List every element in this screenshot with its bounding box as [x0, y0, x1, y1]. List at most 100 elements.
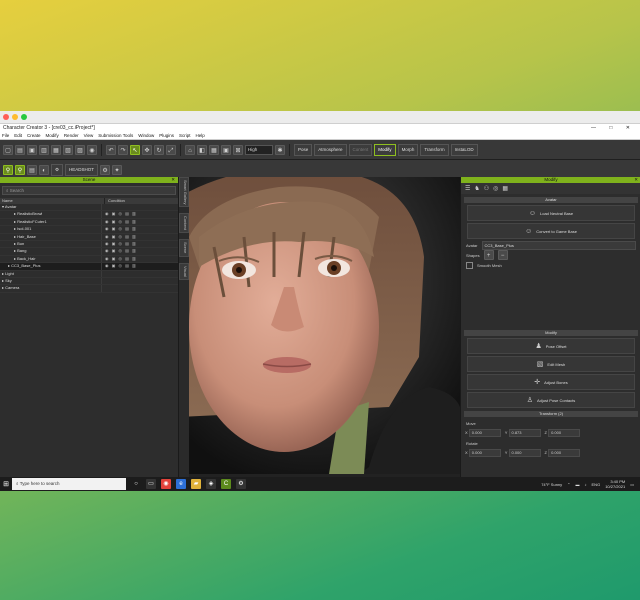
condition-icons[interactable] — [102, 278, 178, 284]
avatar-value[interactable]: CC3_Base_Plus — [481, 240, 636, 250]
clock[interactable]: 3:40 PM 10/27/2021 — [605, 479, 625, 489]
scene-tree-row[interactable]: ▸ Light — [0, 270, 178, 278]
atmosphere-button[interactable]: Atmosphere — [314, 143, 347, 156]
menu-submission[interactable]: Submission Tools — [98, 132, 133, 139]
rotate-z-field[interactable]: 0.000 — [548, 449, 581, 457]
print-icon[interactable]: ▤ — [27, 164, 37, 175]
load-neutral-base-button[interactable]: ☺ Load Neutral Base — [467, 205, 635, 221]
instalod-button[interactable]: InstaLOD — [450, 143, 478, 156]
condition-icons[interactable] — [102, 204, 178, 210]
menu-script[interactable]: Script — [179, 132, 191, 139]
chevron-up-icon[interactable]: ⌃ — [567, 482, 570, 487]
grid-icon[interactable]: ▦ — [209, 144, 219, 155]
rotate-y-field[interactable]: 0.000 — [508, 449, 541, 457]
scene-tree-row[interactable]: ▸ Back_Hair ◉ ▣ ◎ ▤ ▥ — [0, 255, 178, 264]
redo-icon[interactable]: ↷ — [118, 144, 128, 155]
chevron-right-icon[interactable]: ▸ — [2, 285, 4, 290]
import-icon[interactable]: ▥ — [39, 144, 49, 155]
menu-window[interactable]: Window — [138, 132, 154, 139]
shape-remove-icon[interactable]: − — [497, 250, 508, 260]
edge-icon[interactable]: e — [176, 479, 186, 489]
menu-edit[interactable]: Edit — [14, 132, 22, 139]
volume-icon[interactable]: ♪ — [585, 482, 587, 487]
scale-icon[interactable]: ⤢ — [166, 144, 176, 155]
avatar-section-header[interactable]: Avatar — [464, 197, 638, 203]
figure-tab-icon[interactable]: ♞ — [474, 185, 479, 192]
edit-mesh-button[interactable]: ▧ Edit Mesh — [467, 356, 635, 372]
app-icon[interactable]: ◈ — [206, 479, 216, 489]
condition-icons[interactable]: ◉ ▣ ◎ ▤ ▥ — [102, 241, 178, 247]
transform-section-header[interactable]: Transform (2) — [464, 411, 638, 417]
notification-icon[interactable]: ▭ — [630, 482, 634, 487]
pose-button[interactable]: Pose — [294, 143, 313, 156]
close-dot[interactable] — [3, 114, 9, 120]
folder-icon[interactable]: ▰ — [191, 479, 201, 489]
condition-icons[interactable]: ◉ ▣ ◎ ▤ ▥ — [102, 219, 178, 225]
fit-icon[interactable]: ⊠ — [233, 144, 243, 155]
smooth-mesh-checkbox[interactable] — [466, 261, 473, 269]
chevron-right-icon[interactable]: ▸ — [14, 241, 16, 246]
move-icon[interactable]: ✥ — [142, 144, 152, 155]
scene-tree-row[interactable]: ▸ Camera — [0, 285, 178, 293]
morph-tab-icon[interactable]: ⚇ — [484, 185, 489, 192]
sculpt-icon[interactable]: ◐ — [39, 164, 49, 175]
task-view-icon[interactable]: ○ — [131, 479, 141, 489]
quality-select[interactable]: High — [245, 144, 273, 155]
move-x-field[interactable]: 0.000 — [468, 429, 501, 437]
tab-visual[interactable]: Visual — [179, 262, 189, 280]
undo-icon[interactable]: ↶ — [106, 144, 116, 155]
home-icon[interactable]: ⌂ — [185, 144, 195, 155]
scene-tree-row[interactable]: ▸ RealisticBrowl ◉ ▣ ◎ ▤ ▥ — [0, 211, 178, 219]
move-y-field[interactable]: 0.873 — [508, 429, 541, 437]
scene-tree-row[interactable]: ▸ Isol-001 ◉ ▣ ◎ ▤ ▥ — [0, 226, 178, 234]
new-icon[interactable]: ▢ — [3, 144, 13, 155]
chevron-right-icon[interactable]: ▸ — [14, 248, 16, 253]
menu-render[interactable]: Render — [64, 132, 79, 139]
morph-button[interactable]: Morph — [397, 143, 419, 156]
export-icon[interactable]: ▦ — [51, 144, 61, 155]
chrome-icon[interactable]: ◉ — [161, 479, 171, 489]
condition-icons[interactable]: ◉ ▣ ◎ ▤ ▥ — [102, 226, 178, 232]
condition-icons[interactable]: ◉ ▣ ◎ ▤ ▥ — [102, 263, 178, 269]
chevron-right-icon[interactable]: ▸ — [2, 278, 4, 283]
weather-label[interactable]: 74°F Sunny — [541, 482, 562, 487]
close-icon[interactable]: ✕ — [634, 177, 638, 183]
modify-button[interactable]: Modify — [374, 143, 396, 156]
scene-tree-row[interactable]: ▸ Bun ◉ ▣ ◎ ▤ ▥ — [0, 240, 178, 249]
transform-button[interactable]: Transform — [420, 143, 449, 156]
chevron-down-icon[interactable]: ▾ — [2, 204, 4, 209]
pose-offset-button[interactable]: ♟ Pose Offset — [467, 338, 635, 354]
widgets-icon[interactable]: ▭ — [146, 479, 156, 489]
scene-search-input[interactable]: ⌕ Search — [2, 186, 176, 195]
plugin-button[interactable]: ⚙ — [51, 163, 64, 176]
save-icon[interactable]: ▣ — [27, 144, 37, 155]
select-icon[interactable]: ↖ — [130, 144, 140, 155]
tab-content[interactable]: Content — [179, 213, 189, 234]
material-tab-icon[interactable]: ◎ — [493, 185, 498, 192]
headshot-button[interactable]: HEADSHOT — [65, 163, 99, 176]
content-button[interactable]: Content — [348, 143, 373, 156]
scene-tree-row[interactable]: ▾ Avatar — [0, 204, 178, 212]
chevron-right-icon[interactable]: ▸ — [2, 271, 4, 276]
condition-icons[interactable]: ◉ ▣ ◎ ▤ ▥ — [102, 211, 178, 217]
window-controls[interactable]: — □ ✕ — [591, 124, 636, 132]
frame-icon[interactable]: ▣ — [221, 144, 231, 155]
character-icon[interactable]: ⚲ — [3, 164, 13, 175]
scene-tree-row[interactable]: ▸ Hair_Base ◉ ▣ ◎ ▤ ▥ — [0, 233, 178, 241]
scene-tree-row[interactable]: ▸ Sky — [0, 277, 178, 286]
scene-tree-row[interactable]: ▸ CC3_Base_Plus ◉ ▣ ◎ ▤ ▥ — [0, 263, 178, 271]
chevron-right-icon[interactable]: ▸ — [14, 234, 16, 239]
library-icon[interactable]: ▧ — [63, 144, 73, 155]
plug-icon[interactable]: ✦ — [112, 164, 123, 175]
condition-icons[interactable]: ◉ ▣ ◎ ▤ ▥ — [102, 248, 178, 254]
taskbar-search-input[interactable]: ⌕ Type here to search — [12, 478, 126, 490]
attributes-tab-icon[interactable]: ☰ — [465, 185, 470, 192]
minimize-dot[interactable] — [12, 114, 18, 120]
rotate-x-field[interactable]: 0.000 — [468, 449, 501, 457]
3d-viewport[interactable] — [189, 177, 460, 474]
chevron-right-icon[interactable]: ▸ — [14, 256, 16, 261]
condition-icons[interactable] — [102, 271, 178, 277]
convert-game-base-button[interactable]: ☺ Convert to Game Base — [467, 223, 635, 239]
scene-tree-row[interactable]: ▸ RealisticFCuter1 ◉ ▣ ◎ ▤ ▥ — [0, 218, 178, 227]
windows-start-icon[interactable]: ⊞ — [0, 480, 12, 488]
